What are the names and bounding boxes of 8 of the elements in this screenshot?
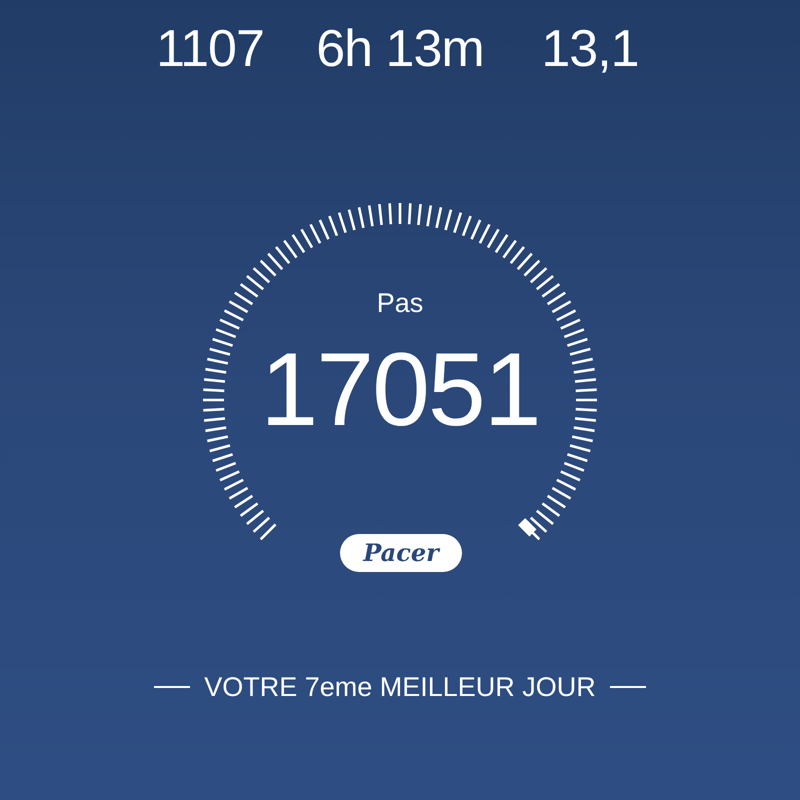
stat-value: 13,1: [540, 19, 640, 80]
stat-value: 1107: [155, 19, 265, 80]
stat-value: 6h 13m: [315, 19, 485, 80]
logo-badge: Pacer: [340, 534, 462, 572]
gauge-marker: [518, 518, 536, 536]
best-day-text: VOTRE 7eme MEILLEUR JOUR: [204, 671, 596, 704]
gauge-label: Pas: [376, 287, 424, 319]
step-count: 17051: [259, 331, 541, 450]
